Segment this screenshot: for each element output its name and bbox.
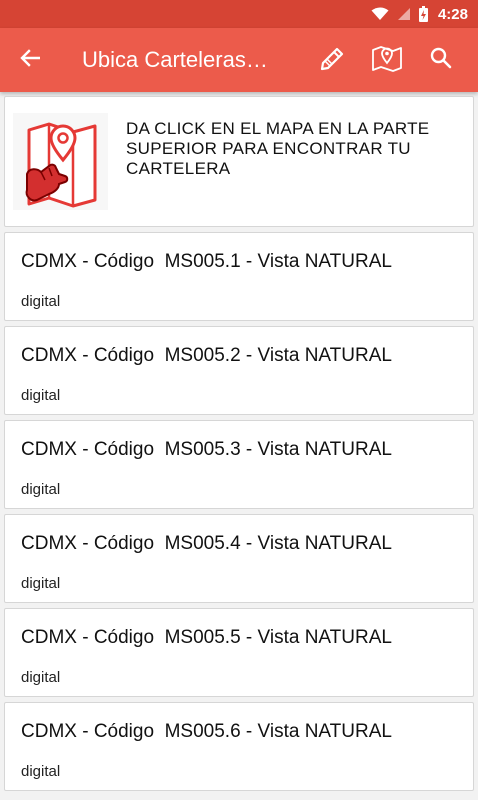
list-item-subtitle: digital [21, 575, 61, 592]
cell-signal-icon [397, 7, 411, 21]
list-item[interactable]: CDMX - Código MS005.2 - Vista NATURAL di… [4, 326, 474, 415]
edit-button[interactable] [306, 28, 360, 92]
list-item-title: CDMX - Código MS005.1 - Vista NATURAL [21, 251, 392, 272]
status-time: 4:28 [437, 5, 468, 23]
wifi-icon [371, 7, 389, 21]
list-item-subtitle: digital [21, 763, 61, 780]
list-item[interactable]: CDMX - Código MS005.5 - Vista NATURAL di… [4, 608, 474, 697]
instruction-banner: DA CLICK EN EL MAPA EN LA PARTE SUPERIOR… [4, 96, 474, 227]
arrow-left-icon [20, 48, 41, 72]
back-button[interactable] [0, 28, 60, 92]
map-tap-hand-icon [13, 113, 108, 210]
status-bar: 4:28 [0, 0, 478, 28]
page-title: Ubica Carteleras… [82, 47, 268, 72]
battery-charging-icon [418, 6, 428, 22]
banner-instructions: DA CLICK EN EL MAPA EN LA PARTE SUPERIOR… [126, 118, 430, 178]
app-bar: Ubica Carteleras… [0, 28, 478, 92]
list-item-subtitle: digital [21, 669, 61, 686]
list-item-title: CDMX - Código MS005.3 - Vista NATURAL [21, 439, 392, 460]
list-item-subtitle: digital [21, 293, 61, 310]
list-item-subtitle: digital [21, 387, 61, 404]
map-pin-icon [371, 44, 403, 77]
list-item-title: CDMX - Código MS005.4 - Vista NATURAL [21, 533, 392, 554]
list-item-title: CDMX - Código MS005.6 - Vista NATURAL [21, 721, 392, 742]
list-item[interactable]: CDMX - Código MS005.1 - Vista NATURAL di… [4, 232, 474, 321]
list-item-subtitle: digital [21, 481, 61, 498]
list-item[interactable]: CDMX - Código MS005.3 - Vista NATURAL di… [4, 420, 474, 509]
search-icon [430, 47, 452, 74]
list-item-title: CDMX - Código MS005.2 - Vista NATURAL [21, 345, 392, 366]
list-item-title: CDMX - Código MS005.5 - Vista NATURAL [21, 627, 392, 648]
list-item[interactable]: CDMX - Código MS005.4 - Vista NATURAL di… [4, 514, 474, 603]
map-button[interactable] [360, 28, 414, 92]
list-item[interactable]: CDMX - Código MS005.6 - Vista NATURAL di… [4, 702, 474, 791]
search-button[interactable] [414, 28, 468, 92]
content-list[interactable]: DA CLICK EN EL MAPA EN LA PARTE SUPERIOR… [0, 92, 478, 800]
edit-pencil-icon [319, 44, 347, 77]
